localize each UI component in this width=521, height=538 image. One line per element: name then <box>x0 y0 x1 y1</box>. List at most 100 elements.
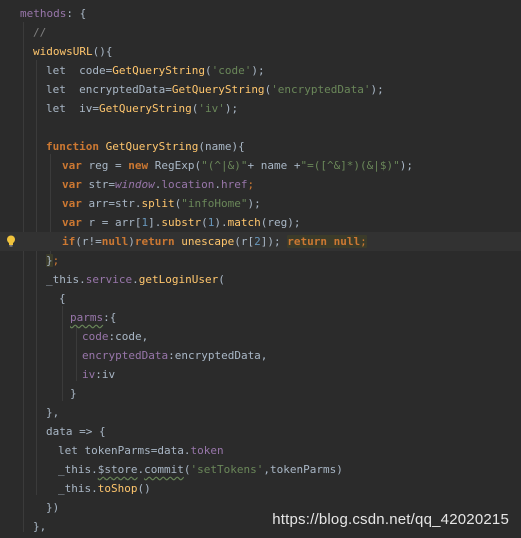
token: "infoHome" <box>181 197 248 210</box>
indent-guide <box>76 326 77 381</box>
token: . <box>132 273 139 286</box>
token: 'code' <box>211 64 252 77</box>
token: :{ <box>103 311 117 324</box>
indent-guide <box>23 22 24 532</box>
token: $store <box>97 463 138 476</box>
code-line: var arr=str.split("infoHome"); <box>62 194 261 213</box>
token: substr <box>161 216 202 229</box>
token: 2 <box>254 235 261 248</box>
highlighted-code: } <box>46 254 53 267</box>
token: ; <box>52 254 60 267</box>
token: new <box>128 159 149 172</box>
token: GetQueryString <box>112 64 205 77</box>
code-line: encryptedData:encryptedData, <box>82 346 267 365</box>
code-line: let iv=GetQueryString('iv'); <box>46 99 238 118</box>
token: ( <box>218 273 225 286</box>
token: href <box>220 178 248 191</box>
code-line: _this.service.getLoginUser( <box>46 270 225 289</box>
code-line: var str=window.location.href; <box>62 175 254 194</box>
token: iv= <box>79 102 99 115</box>
token: ]. <box>148 216 162 229</box>
token: GetQueryString <box>171 83 265 96</box>
token: var <box>62 159 82 172</box>
token: (reg); <box>260 216 301 229</box>
token: location <box>161 178 215 191</box>
code-line: widowsURL(){ <box>33 42 112 61</box>
token: var <box>62 216 82 229</box>
token: ,tokenParms) <box>263 463 343 476</box>
lightbulb-icon[interactable] <box>6 235 16 247</box>
token: "(^|&)" <box>201 159 248 172</box>
token: (){ <box>92 45 113 58</box>
token: :encryptedData, <box>168 349 268 362</box>
token: commit <box>144 463 184 476</box>
token: service <box>85 273 133 286</box>
code-line: _this.$store.commit('setTokens',tokenPar… <box>58 460 343 479</box>
token: }, <box>33 520 47 533</box>
code-line: var r = arr[1].substr(1).match(reg); <box>62 213 300 232</box>
token: + name + <box>247 159 301 172</box>
token: (r[ <box>234 235 255 248</box>
token: return <box>287 235 327 248</box>
token: }, <box>46 406 60 419</box>
token: arr=str. <box>88 197 142 210</box>
token: ( <box>183 463 191 476</box>
token: return <box>134 235 175 248</box>
token: widowsURL <box>33 45 93 58</box>
code-line: }, <box>46 403 59 422</box>
token: ); <box>247 197 261 210</box>
token: RegExp( <box>154 159 202 172</box>
token: ) <box>128 235 135 248</box>
code-line: _this.toShop() <box>58 479 151 498</box>
token: str= <box>88 178 116 191</box>
token: ; <box>360 235 367 248</box>
token: r = arr[ <box>88 216 142 229</box>
token: . <box>214 178 221 191</box>
token: unescape <box>181 235 235 248</box>
token: iv <box>82 368 96 381</box>
code-line: iv:iv <box>82 365 115 384</box>
code-line: methods: { <box>20 4 86 23</box>
token: var <box>62 178 82 191</box>
watermark: https://blog.csdn.net/qq_42020215 <box>272 511 509 528</box>
code-line: }) <box>46 498 59 517</box>
token: encryptedData <box>82 349 169 362</box>
token: (name){ <box>198 140 245 153</box>
token: null <box>333 235 361 248</box>
token: } <box>46 254 53 267</box>
code-line: { <box>59 289 66 308</box>
token: GetQueryString <box>105 140 199 153</box>
code-editor[interactable]: methods: { // widowsURL(){ let code=GetQ… <box>0 0 521 538</box>
token: _this. <box>46 273 86 286</box>
token: ). <box>214 216 228 229</box>
token: ]); <box>260 235 281 248</box>
indent-guide <box>62 306 63 401</box>
token: let <box>46 83 66 96</box>
token: token <box>190 444 224 457</box>
token: : { <box>66 7 87 20</box>
token: 'encryptedData' <box>271 83 371 96</box>
token: "=([^&]*)(&|$)" <box>300 159 400 172</box>
token: ); <box>224 102 239 115</box>
token: :iv <box>95 368 116 381</box>
token: ; <box>247 178 255 191</box>
token: ); <box>370 83 384 96</box>
code-line: code:code, <box>82 327 148 346</box>
code-line: // <box>33 23 46 42</box>
code-line: var reg = new RegExp("(^|&)"+ name +"=([… <box>62 156 413 175</box>
code-line: parms:{ <box>70 308 116 327</box>
token: 'setTokens' <box>190 463 264 476</box>
token: function <box>46 140 99 153</box>
token: ( <box>204 64 212 77</box>
code-line: } <box>70 384 77 403</box>
token: ); <box>251 64 265 77</box>
token: 'iv' <box>198 102 225 115</box>
token: data => { <box>46 425 106 438</box>
token: let <box>46 64 66 77</box>
token: () <box>137 482 151 495</box>
token: split <box>141 197 175 210</box>
token: encryptedData= <box>79 83 172 96</box>
token: GetQueryString <box>99 102 192 115</box>
token: ( <box>201 216 208 229</box>
token: let <box>58 444 78 457</box>
